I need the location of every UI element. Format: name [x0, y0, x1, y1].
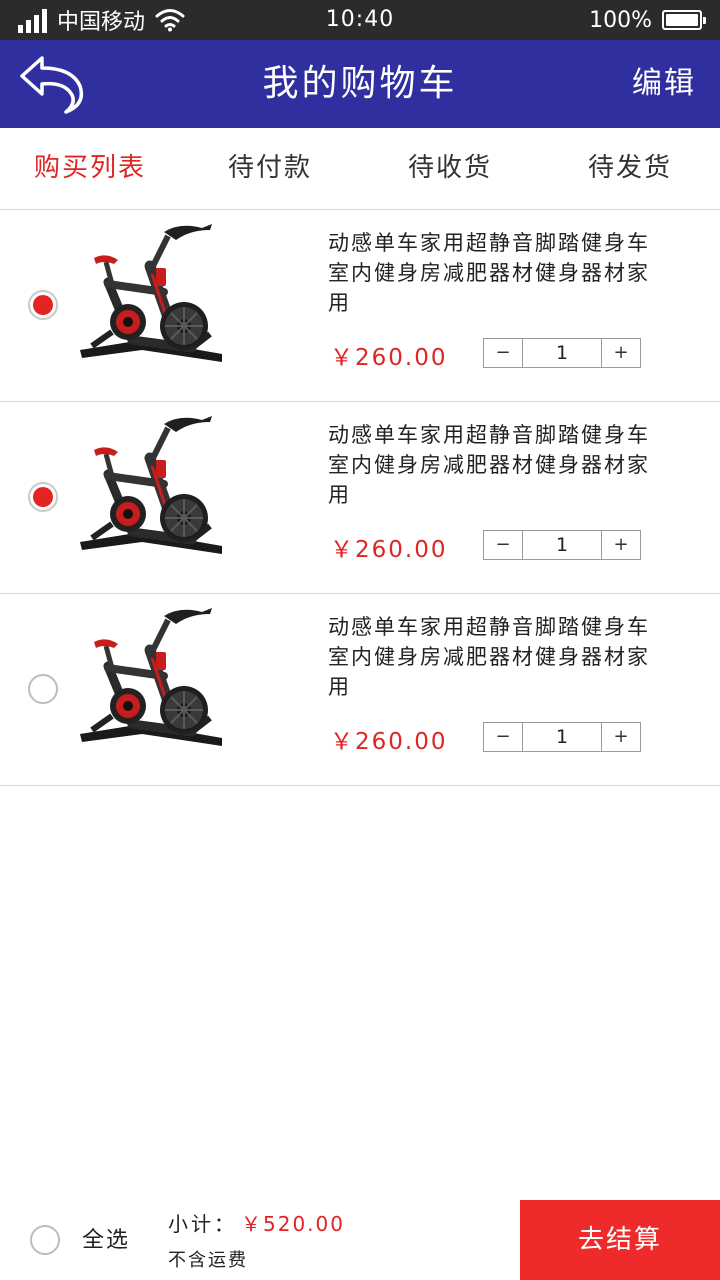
- battery-icon: [662, 10, 706, 30]
- status-bar: 中国移动 10:40 100%: [0, 0, 720, 40]
- cart-list: 动感单车家用超静音脚踏健身车室内健身房减肥器材健身器材家用 ￥260.00 − …: [0, 210, 720, 786]
- checkout-bar: 全选 小计： ￥520.00 不含运费 去结算: [0, 1200, 720, 1280]
- select-all-radio[interactable]: [30, 1225, 60, 1255]
- order-tabs: 购买列表 待付款 待收货 待发货: [0, 128, 720, 210]
- product-image[interactable]: [72, 414, 232, 570]
- increase-button[interactable]: +: [602, 723, 640, 751]
- product-title[interactable]: 动感单车家用超静音脚踏健身车室内健身房减肥器材健身器材家用: [328, 420, 658, 510]
- tab-purchase-list[interactable]: 购买列表: [0, 128, 180, 209]
- cart-item: 动感单车家用超静音脚踏健身车室内健身房减肥器材健身器材家用 ￥260.00 − …: [0, 594, 720, 786]
- decrease-button[interactable]: −: [484, 339, 522, 367]
- increase-button[interactable]: +: [602, 339, 640, 367]
- cart-item: 动感单车家用超静音脚踏健身车室内健身房减肥器材健身器材家用 ￥260.00 − …: [0, 402, 720, 594]
- select-all-label[interactable]: 全选: [82, 1200, 130, 1280]
- item-select-radio[interactable]: [28, 482, 58, 512]
- quantity-field[interactable]: 1: [522, 531, 602, 559]
- product-image[interactable]: [72, 606, 232, 762]
- quantity-stepper: − 1 +: [483, 338, 641, 368]
- quantity-stepper: − 1 +: [483, 722, 641, 752]
- subtotal-label: 小计：: [168, 1212, 237, 1236]
- product-image[interactable]: [72, 222, 232, 378]
- product-title[interactable]: 动感单车家用超静音脚踏健身车室内健身房减肥器材健身器材家用: [328, 612, 658, 702]
- page-title: 我的购物车: [262, 63, 458, 104]
- edit-button[interactable]: 编辑: [632, 40, 696, 128]
- quantity-field[interactable]: 1: [522, 339, 602, 367]
- decrease-button[interactable]: −: [484, 723, 522, 751]
- tab-pending-shipment[interactable]: 待发货: [540, 128, 720, 209]
- tab-pending-payment[interactable]: 待付款: [180, 128, 360, 209]
- decrease-button[interactable]: −: [484, 531, 522, 559]
- product-price: ￥260.00: [330, 729, 448, 755]
- quantity-field[interactable]: 1: [522, 723, 602, 751]
- product-title[interactable]: 动感单车家用超静音脚踏健身车室内健身房减肥器材健身器材家用: [328, 228, 658, 318]
- status-right: 100%: [589, 0, 706, 40]
- item-select-radio[interactable]: [28, 674, 58, 704]
- checkout-button[interactable]: 去结算: [520, 1200, 720, 1280]
- cart-item: 动感单车家用超静音脚踏健身车室内健身房减肥器材健身器材家用 ￥260.00 − …: [0, 210, 720, 402]
- product-price: ￥260.00: [330, 345, 448, 371]
- subtotal: 小计： ￥520.00: [168, 1208, 345, 1237]
- tab-pending-receipt[interactable]: 待收货: [360, 128, 540, 209]
- quantity-stepper: − 1 +: [483, 530, 641, 560]
- battery-percent: 100%: [589, 7, 652, 33]
- shipping-note: 不含运费: [168, 1250, 248, 1271]
- product-price: ￥260.00: [330, 537, 448, 563]
- increase-button[interactable]: +: [602, 531, 640, 559]
- subtotal-value: ￥520.00: [241, 1212, 345, 1236]
- nav-bar: 我的购物车 编辑: [0, 40, 720, 128]
- item-select-radio[interactable]: [28, 290, 58, 320]
